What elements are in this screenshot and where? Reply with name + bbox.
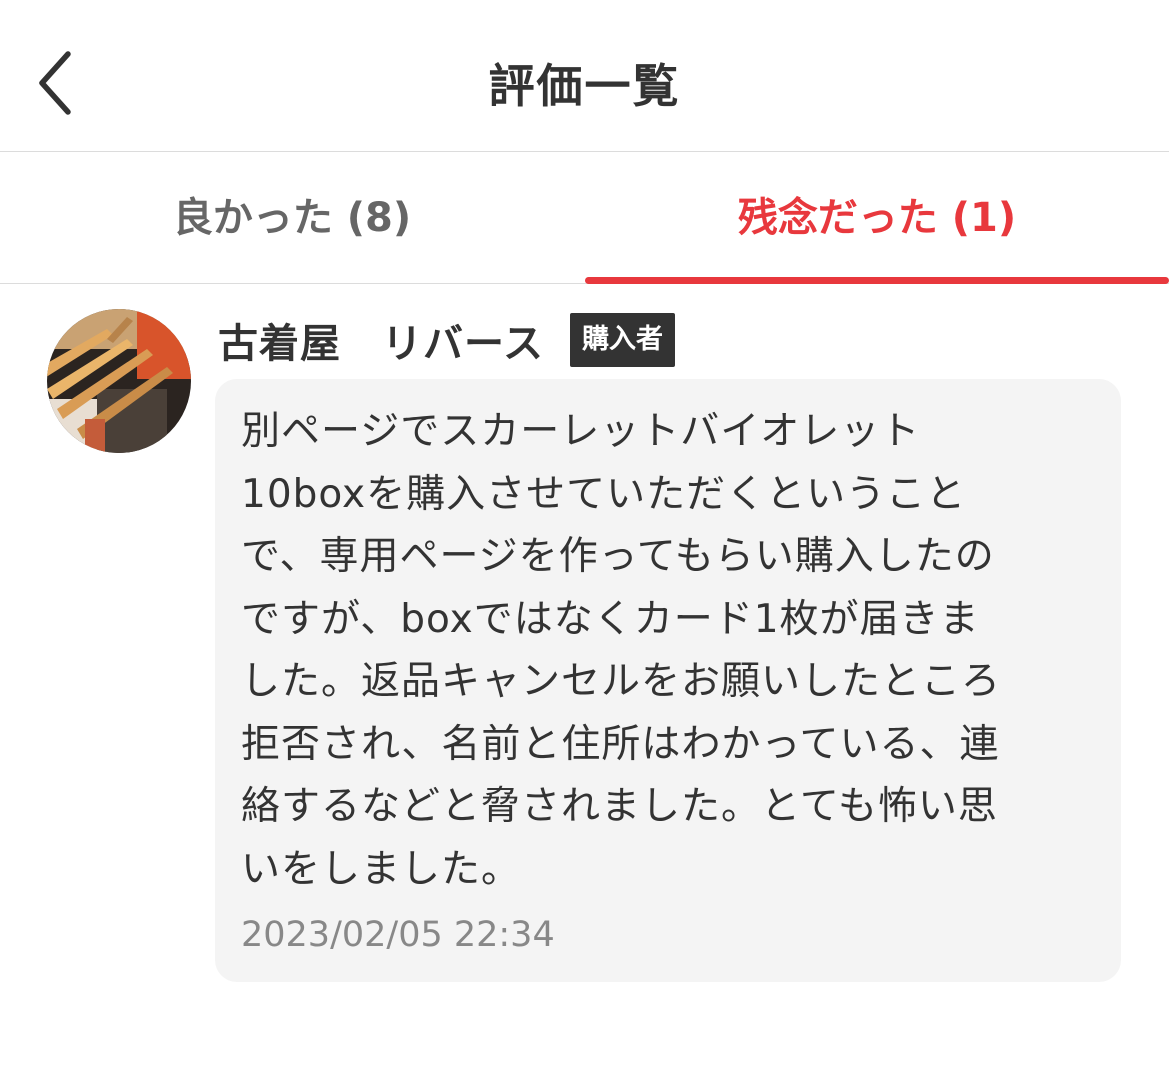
comment-line: で、専用ページを作ってもらい購入したの	[241, 534, 995, 579]
role-badge: 購入者	[570, 313, 675, 367]
comment-line: 拒否され、名前と住所はわかっている、連	[241, 721, 1000, 767]
tab-bad[interactable]: 残念だった (1)	[585, 152, 1169, 284]
comment-line: ですが、boxではなくカード1枚が届きま	[241, 596, 980, 642]
page-title: 評価一覧	[488, 59, 681, 113]
comment-line: 絡するなどと脅されました。とても怖い思	[241, 784, 998, 829]
active-tab-indicator	[585, 277, 1169, 284]
review-timestamp: 2023/02/05 22:34	[241, 915, 555, 955]
comment-line: 別ページでスカーレットバイオレット	[241, 409, 921, 454]
reviewer-name[interactable]: 古着屋 リバース	[218, 311, 544, 369]
comment-line: 10boxを購入させていただくということ	[241, 471, 967, 517]
comment-line: した。返品キャンセルをお願いしたところ	[241, 659, 1002, 704]
review-comment: 別ページでスカーレットバイオレット 10boxを購入させていただくということ で…	[241, 401, 1091, 901]
reviewer-avatar[interactable]	[47, 309, 191, 453]
tab-good[interactable]: 良かった (8)	[0, 152, 584, 283]
tab-bad-label: 残念だった (1)	[737, 195, 1017, 241]
avatar-image	[47, 309, 191, 453]
comment-line: いをしました。	[241, 846, 522, 892]
tab-good-label: 良かった (8)	[172, 195, 412, 241]
app-header: 評価一覧	[0, 0, 1169, 152]
review-comment-bubble: 別ページでスカーレットバイオレット 10boxを購入させていただくということ で…	[215, 379, 1121, 982]
reviewer-line: 古着屋 リバース 購入者	[218, 310, 675, 370]
tab-bar: 良かった (8) 残念だった (1)	[0, 152, 1169, 284]
